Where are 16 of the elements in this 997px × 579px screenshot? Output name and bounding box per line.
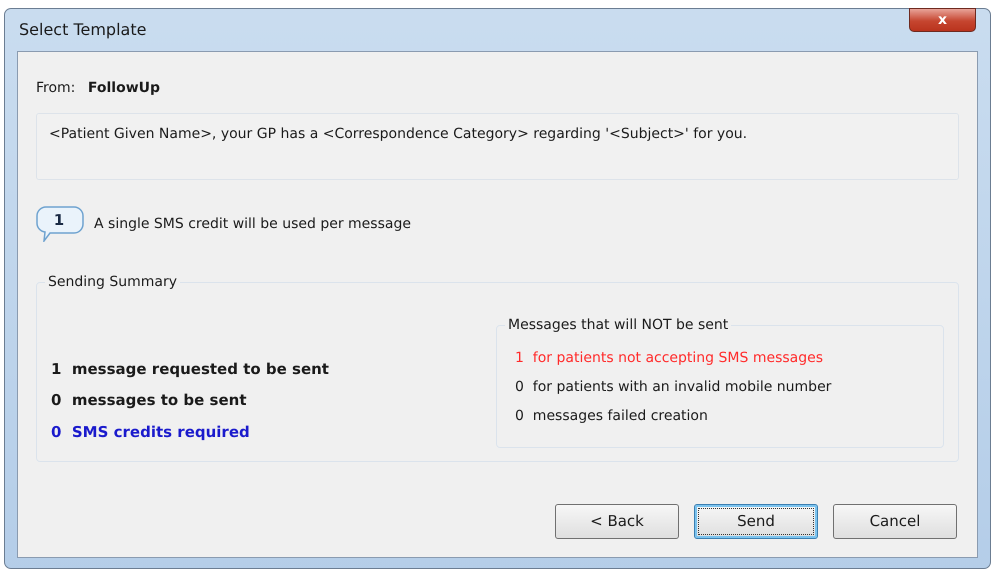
summary-line: 0 messages failed creation <box>515 407 709 426</box>
dialog-button[interactable]: < Back <box>555 504 679 539</box>
info-text: A single SMS credit will be used per message <box>94 214 411 234</box>
speech-bubble-icon: 1 <box>36 206 84 242</box>
summary-line: 0 for patients with an invalid mobile number <box>515 378 832 397</box>
close-button[interactable]: x <box>909 8 976 32</box>
dialog-button[interactable]: Cancel <box>833 504 957 539</box>
from-value: FollowUp <box>88 80 160 96</box>
summary-line: 1 message requested to be sent <box>51 358 330 380</box>
dialog-button[interactable]: Send <box>694 504 818 539</box>
window-title: Select Template <box>19 19 146 41</box>
summary-line: 0 messages to be sent <box>51 390 248 411</box>
template-text: <Patient Given Name>, your GP has a <Correspondence Category> regarding '<Subject>' for you. <box>49 126 748 142</box>
from-label: From: <box>36 80 76 96</box>
summary-line: 1 for patients not accepting SMS messages <box>515 349 824 368</box>
summary-line: 0 SMS credits required <box>51 422 251 442</box>
